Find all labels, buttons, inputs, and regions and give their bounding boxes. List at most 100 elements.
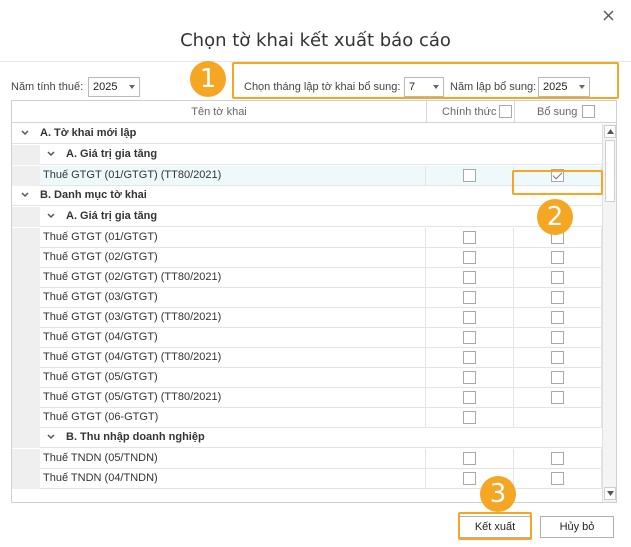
tax-year-select[interactable]: 2025 [88,77,140,97]
subgroup-row[interactable]: A. Giá trị gia tăng [12,145,602,165]
supplement-checkbox[interactable] [551,472,564,485]
table-row[interactable]: Thuế GTGT (03/GTGT) (TT80/2021) [12,308,602,328]
chevron-down-icon[interactable] [46,149,56,159]
chevron-down-icon [129,85,135,89]
row-divider [12,205,602,206]
table-row[interactable]: Thuế GTGT (02/GTGT) (TT80/2021) [12,268,602,288]
official-checkbox[interactable] [463,351,476,364]
supplement-cell [514,348,602,368]
table-row[interactable]: Thuế GTGT (01/GTGT) [12,228,602,248]
table-row[interactable]: Thuế GTGT (02/GTGT) [12,248,602,268]
supplement-cell [514,288,602,308]
chevron-down-icon[interactable] [20,128,30,138]
group-indent [12,166,40,186]
supplement-cell [514,368,602,388]
supplement-cell [514,248,602,268]
subgroup-row[interactable]: A. Giá trị gia tăng [12,207,602,227]
official-cell [426,228,514,248]
official-checkbox[interactable] [463,452,476,465]
official-cell [426,288,514,308]
scroll-thumb[interactable] [605,140,615,202]
supplement-checkbox[interactable] [551,331,564,344]
official-cell [426,248,514,268]
supplement-checkbox[interactable] [551,271,564,284]
official-checkbox[interactable] [463,311,476,324]
table-row[interactable]: Thuế GTGT (06-GTGT) [12,408,602,428]
column-header-name[interactable]: Tên tờ khai [12,101,426,123]
official-cell [426,408,514,428]
dialog-title: Chọn tờ khai kết xuất báo cáo [180,30,451,51]
column-header-supplement-label: Bổ sung [537,106,578,118]
supplement-cell [514,388,602,408]
official-select-all-checkbox[interactable] [499,105,512,118]
supplement-checkbox[interactable] [551,311,564,324]
official-cell [426,368,514,388]
declaration-name: Thuế GTGT (06-GTGT) [40,408,426,428]
chevron-down-icon[interactable] [46,432,56,442]
table-row[interactable]: Thuế GTGT (03/GTGT) [12,288,602,308]
group-indent [12,328,40,348]
group-indent [12,248,40,268]
group-indent [12,145,40,165]
subgroup-row[interactable]: B. Thu nhập doanh nghiệp [12,428,602,448]
group-indent [12,449,40,469]
official-checkbox[interactable] [463,231,476,244]
table-row[interactable]: Thuế GTGT (04/GTGT) [12,328,602,348]
supplement-checkbox[interactable] [551,291,564,304]
declaration-name: Thuế GTGT (03/GTGT) (TT80/2021) [40,308,426,328]
supplement-cell [514,449,602,469]
official-checkbox[interactable] [463,271,476,284]
subgroup-label: A. Giá trị gia tăng [66,148,158,160]
supplement-checkbox[interactable] [551,351,564,364]
chevron-down-icon[interactable] [46,211,56,221]
supplement-select-all-checkbox[interactable] [582,105,595,118]
scroll-up-button[interactable] [604,125,616,138]
grid-header: Tên tờ khai Chính thức Bổ sung [12,101,616,123]
table-row[interactable]: Thuế TNDN (05/TNDN) [12,449,602,469]
group-indent [12,408,40,428]
declaration-name: Thuế GTGT (04/GTGT) (TT80/2021) [40,348,426,368]
official-checkbox[interactable] [463,391,476,404]
official-cell [426,268,514,288]
table-row[interactable]: Thuế GTGT (05/GTGT) (TT80/2021) [12,388,602,408]
triangle-up-icon [606,129,614,134]
cancel-button[interactable]: Hủy bỏ [540,516,614,538]
table-row[interactable]: Thuế GTGT (05/GTGT) [12,368,602,388]
group-indent [12,388,40,408]
vertical-scrollbar[interactable] [602,124,616,502]
tax-year-value: 2025 [93,81,118,93]
declaration-grid: Tên tờ khai Chính thức Bổ sung A. Tờ kha… [11,100,617,503]
close-button[interactable] [599,6,617,24]
supplement-cell [514,308,602,328]
official-checkbox[interactable] [463,472,476,485]
scroll-down-button[interactable] [604,487,616,500]
row-divider [40,447,602,448]
declaration-name: Thuế GTGT (05/GTGT) [40,368,426,388]
official-checkbox[interactable] [463,331,476,344]
group-indent [12,469,40,489]
table-row[interactable]: Thuế GTGT (04/GTGT) (TT80/2021) [12,348,602,368]
official-cell [426,388,514,408]
group-indent [12,348,40,368]
callout-highlight-filters [232,62,619,99]
group-label: A. Tờ khai mới lập [40,127,137,139]
official-checkbox[interactable] [463,169,476,182]
close-icon [603,10,613,20]
official-checkbox[interactable] [463,291,476,304]
supplement-checkbox[interactable] [551,371,564,384]
supplement-cell [514,328,602,348]
group-indent [12,207,40,227]
chevron-down-icon[interactable] [20,190,30,200]
group-row[interactable]: A. Tờ khai mới lập [12,124,602,144]
triangle-down-icon [606,491,614,496]
supplement-cell [514,469,602,489]
group-indent [12,308,40,328]
official-checkbox[interactable] [463,371,476,384]
official-checkbox[interactable] [463,251,476,264]
official-checkbox[interactable] [463,411,476,424]
supplement-checkbox[interactable] [551,251,564,264]
supplement-checkbox[interactable] [551,391,564,404]
official-cell [426,348,514,368]
declaration-name: Thuế GTGT (04/GTGT) [40,328,426,348]
supplement-checkbox[interactable] [551,452,564,465]
